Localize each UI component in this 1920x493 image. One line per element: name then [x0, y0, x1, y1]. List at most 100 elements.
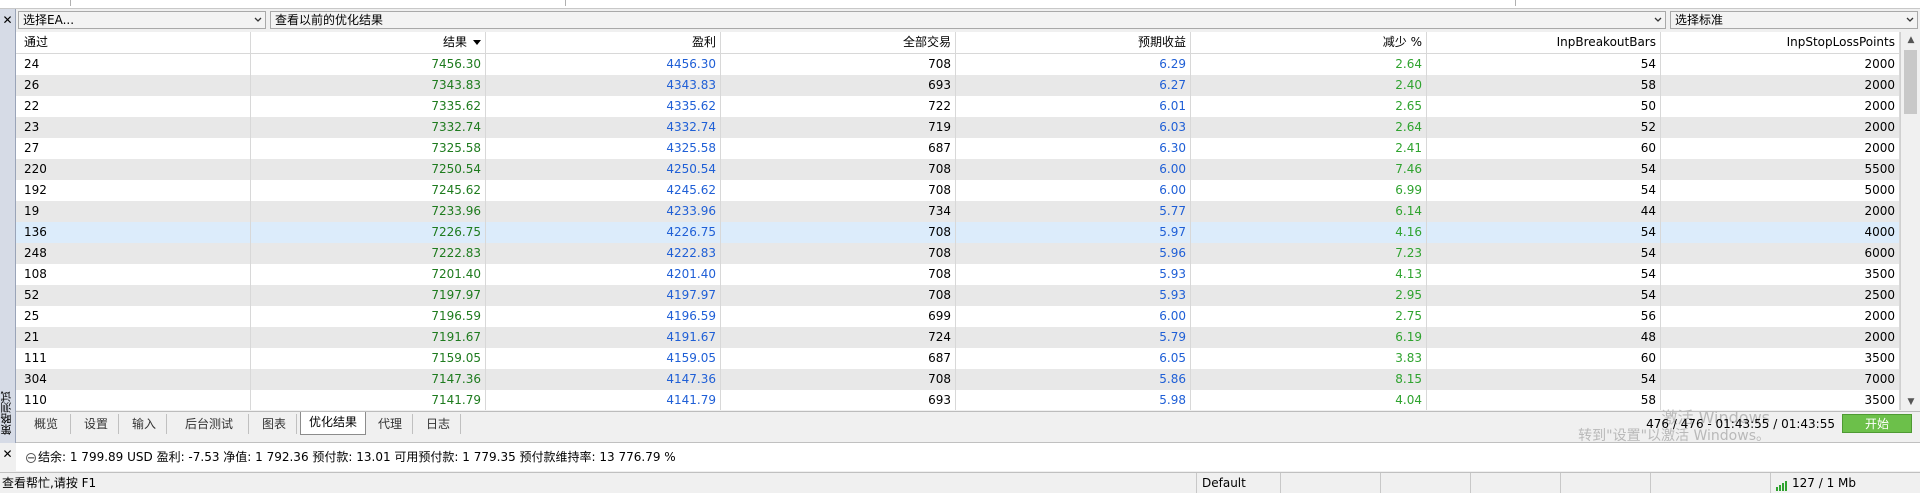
account-balance-bar: − 结余: 1 799.89 USD 盈利: -7.53 净值: 1 792.36… [16, 442, 1920, 471]
vertical-scrollbar[interactable]: ▲ ▼ [1900, 32, 1920, 410]
status-divider [1770, 473, 1771, 493]
status-divider [1560, 473, 1561, 493]
column-header-stoploss-points[interactable]: InpStopLossPoints [1661, 32, 1900, 53]
table-row[interactable]: 136 7226.75 4226.75 708 5.97 4.16 54 4000 [16, 222, 1900, 243]
optimization-progress-text: 476 / 476 - 01:43:55 / 01:43:55 [1646, 417, 1835, 431]
cell-total-trades: 708 [721, 222, 956, 243]
cell-total-trades: 722 [721, 96, 956, 117]
cell-breakout-bars: 54 [1427, 285, 1661, 306]
cell-pass: 26 [16, 75, 251, 96]
cell-breakout-bars: 48 [1427, 327, 1661, 348]
cell-expected-payoff: 5.98 [956, 390, 1191, 410]
column-header-profit[interactable]: 盈利 [486, 32, 721, 53]
cell-result: 7191.67 [251, 327, 486, 348]
tab-3[interactable]: 后台测试 [170, 414, 249, 434]
cell-profit: 4201.40 [486, 264, 721, 285]
table-row[interactable]: 192 7245.62 4245.62 708 6.00 6.99 54 5000 [16, 180, 1900, 201]
table-row[interactable]: 21 7191.67 4191.67 724 5.79 6.19 48 2000 [16, 327, 1900, 348]
cell-profit: 4196.59 [486, 306, 721, 327]
cell-result: 7335.62 [251, 96, 486, 117]
criterion-select-label: 选择标准 [1675, 13, 1724, 27]
previous-results-dropdown[interactable]: 查看以前的优化结果 [270, 11, 1666, 29]
cell-result: 7250.54 [251, 159, 486, 180]
balance-summary-text: 结余: 1 799.89 USD 盈利: -7.53 净值: 1 792.36 … [38, 450, 676, 464]
start-button[interactable]: 开始 [1842, 414, 1912, 433]
table-row[interactable]: 23 7332.74 4332.74 719 6.03 2.64 52 2000 [16, 117, 1900, 138]
table-row[interactable]: 52 7197.97 4197.97 708 5.93 2.95 54 2500 [16, 285, 1900, 306]
optimization-results-table: 通过 结果 盈利 全部交易 预期收益 减少 % InpBreakoutBars InpStop… [16, 32, 1900, 410]
table-row[interactable]: 24 7456.30 4456.30 708 6.29 2.64 54 2000 [16, 54, 1900, 75]
top-strip-divider [565, 0, 566, 6]
status-connection-traffic: 127 / 1 Mb [1792, 476, 1856, 490]
ea-select-dropdown[interactable]: 选择EA... [18, 11, 266, 29]
column-header-total-trades[interactable]: 全部交易 [721, 32, 956, 53]
status-divider [1280, 473, 1281, 493]
table-row[interactable]: 108 7201.40 4201.40 708 5.93 4.13 54 3500 [16, 264, 1900, 285]
table-header: 通过 结果 盈利 全部交易 预期收益 减少 % InpBreakoutBars InpStop… [16, 32, 1900, 54]
status-divider [1470, 473, 1471, 493]
tab-0[interactable]: 概览 [22, 414, 71, 434]
cell-expected-payoff: 5.86 [956, 369, 1191, 390]
table-row[interactable]: 19 7233.96 4233.96 734 5.77 6.14 44 2000 [16, 201, 1900, 222]
cell-expected-payoff: 6.29 [956, 54, 1191, 75]
cell-breakout-bars: 60 [1427, 138, 1661, 159]
column-header-expected-payoff[interactable]: 预期收益 [956, 32, 1191, 53]
table-row[interactable]: 220 7250.54 4250.54 708 6.00 7.46 54 5500 [16, 159, 1900, 180]
scroll-down-arrow-icon[interactable]: ▼ [1901, 394, 1920, 410]
cell-total-trades: 734 [721, 201, 956, 222]
table-row[interactable]: 110 7141.79 4141.79 693 5.98 4.04 58 3500 [16, 390, 1900, 410]
cell-drawdown: 3.83 [1191, 348, 1427, 369]
column-header-result[interactable]: 结果 [251, 32, 486, 53]
cell-stoploss-points: 3500 [1661, 264, 1900, 285]
cell-expected-payoff: 5.96 [956, 243, 1191, 264]
table-row[interactable]: 25 7196.59 4196.59 699 6.00 2.75 56 2000 [16, 306, 1900, 327]
cell-result: 7222.83 [251, 243, 486, 264]
cell-expected-payoff: 5.93 [956, 264, 1191, 285]
table-row[interactable]: 304 7147.36 4147.36 708 5.86 8.15 54 7000 [16, 369, 1900, 390]
table-row[interactable]: 27 7325.58 4325.58 687 6.30 2.41 60 2000 [16, 138, 1900, 159]
table-row[interactable]: 22 7335.62 4335.62 722 6.01 2.65 50 2000 [16, 96, 1900, 117]
close-icon[interactable]: ✕ [0, 446, 15, 462]
tab-1[interactable]: 设置 [74, 414, 119, 434]
cell-profit: 4191.67 [486, 327, 721, 348]
table-row[interactable]: 26 7343.83 4343.83 693 6.27 2.40 58 2000 [16, 75, 1900, 96]
cell-stoploss-points: 4000 [1661, 222, 1900, 243]
panel-title-vertical: 策略测试 [0, 391, 13, 435]
cell-stoploss-points: 2000 [1661, 117, 1900, 138]
cell-expected-payoff: 6.05 [956, 348, 1191, 369]
cell-total-trades: 708 [721, 369, 956, 390]
cell-result: 7226.75 [251, 222, 486, 243]
table-row[interactable]: 248 7222.83 4222.83 708 5.96 7.23 54 6000 [16, 243, 1900, 264]
scroll-up-arrow-icon[interactable]: ▲ [1901, 32, 1920, 48]
criterion-select-dropdown[interactable]: 选择标准 [1670, 11, 1918, 29]
cell-profit: 4332.74 [486, 117, 721, 138]
collapse-icon[interactable]: − [26, 452, 36, 463]
cell-pass: 21 [16, 327, 251, 348]
cell-stoploss-points: 6000 [1661, 243, 1900, 264]
tab-7[interactable]: 日志 [416, 414, 461, 434]
table-row[interactable]: 111 7159.05 4159.05 687 6.05 3.83 60 3500 [16, 348, 1900, 369]
table-body: 24 7456.30 4456.30 708 6.29 2.64 54 2000 26 7343.… [16, 54, 1900, 410]
cell-result: 7245.62 [251, 180, 486, 201]
tab-4[interactable]: 图表 [252, 414, 297, 434]
cell-profit: 4233.96 [486, 201, 721, 222]
column-header-label: InpBreakoutBars [1556, 35, 1656, 49]
tab-6[interactable]: 代理 [368, 414, 413, 434]
close-icon[interactable]: ✕ [0, 12, 15, 28]
cell-total-trades: 699 [721, 306, 956, 327]
tab-2[interactable]: 输入 [122, 414, 167, 434]
cell-expected-payoff: 6.00 [956, 159, 1191, 180]
cell-stoploss-points: 2000 [1661, 138, 1900, 159]
scrollbar-thumb[interactable] [1904, 50, 1917, 114]
column-header-label: 盈利 [691, 35, 716, 49]
column-header-breakout-bars[interactable]: InpBreakoutBars [1427, 32, 1661, 53]
cell-expected-payoff: 6.00 [956, 180, 1191, 201]
cell-profit: 4245.62 [486, 180, 721, 201]
ea-select-label: 选择EA... [23, 13, 75, 27]
column-header-pass[interactable]: 通过 [16, 32, 251, 53]
cell-pass: 27 [16, 138, 251, 159]
cell-drawdown: 4.16 [1191, 222, 1427, 243]
tab-5[interactable]: 优化结果 [300, 412, 366, 435]
column-header-drawdown[interactable]: 减少 % [1191, 32, 1427, 53]
cell-total-trades: 708 [721, 285, 956, 306]
